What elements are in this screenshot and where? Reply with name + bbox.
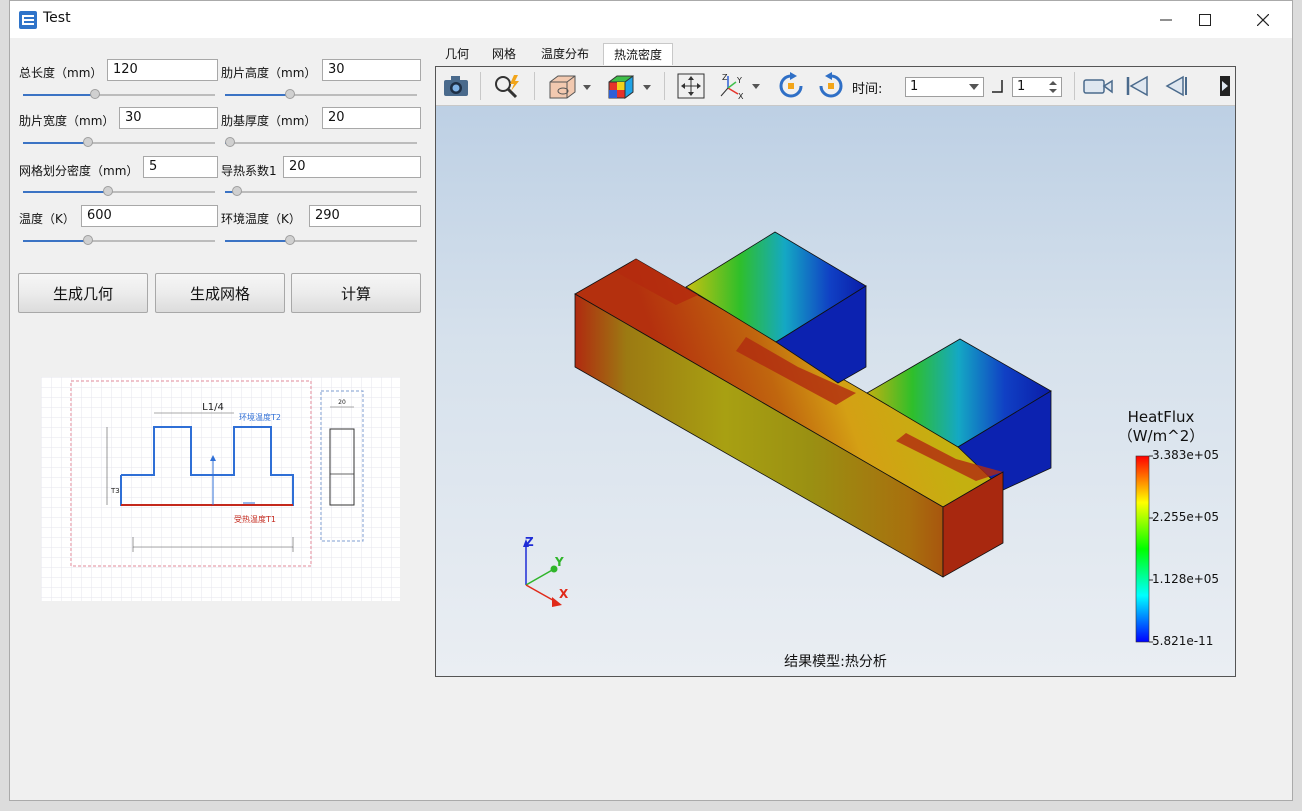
slider-thumb[interactable] xyxy=(83,235,93,245)
legend-mid-high-label: 2.255e+05 xyxy=(1152,510,1220,524)
diagram-side-dim: 20 xyxy=(338,399,346,406)
mesh-density-slider[interactable] xyxy=(23,186,215,198)
legend-unit: （W/m^2） xyxy=(1117,427,1205,445)
axis-x-label: X xyxy=(559,587,569,601)
diagram-dim-top: L1/4 xyxy=(202,402,224,413)
tab-heat-flux[interactable]: 热流密度 xyxy=(603,43,674,65)
slider-thumb[interactable] xyxy=(90,89,100,99)
slider-thumb[interactable] xyxy=(103,186,113,196)
param-label-fin-width: 肋片宽度（mm） xyxy=(19,114,115,128)
param-label-conductivity: 导热系数1 xyxy=(221,164,277,178)
axis-z-label: Z xyxy=(525,535,534,549)
slider-thumb[interactable] xyxy=(225,137,235,147)
base-thickness-slider[interactable] xyxy=(225,137,417,149)
fin-width-slider[interactable] xyxy=(23,137,215,149)
conductivity-input[interactable]: 20 xyxy=(283,156,421,178)
axis-y-label: Y xyxy=(554,555,564,569)
param-label-total-length: 总长度（mm） xyxy=(19,66,103,80)
result-model-caption: 结果模型:热分析 xyxy=(784,654,887,670)
app-icon xyxy=(19,11,37,29)
base-thickness-input[interactable]: 20 xyxy=(322,107,421,129)
heat-flux-color-scale xyxy=(1135,455,1150,643)
result-viewer[interactable]: ZYX 时间: 1 1 Z Y X HeatFlux （W/m^2） 3.383… xyxy=(435,66,1236,677)
tab-mesh[interactable]: 网格 xyxy=(482,43,526,65)
total-length-input[interactable]: 120 xyxy=(107,59,218,81)
close-icon xyxy=(1257,14,1269,26)
legend-max-label: 3.383e+05 xyxy=(1152,448,1220,462)
ambient-temperature-input[interactable]: 290 xyxy=(309,205,421,227)
close-button[interactable] xyxy=(1240,1,1286,38)
fin-height-slider[interactable] xyxy=(225,89,417,101)
generate-mesh-button[interactable]: 生成网格 xyxy=(155,273,285,313)
slider-thumb[interactable] xyxy=(83,137,93,147)
param-label-mesh-density: 网格划分密度（mm） xyxy=(19,164,139,178)
maximize-button[interactable] xyxy=(1182,1,1228,38)
diagram-ambient-label: 环境温度T2 xyxy=(239,412,281,422)
param-label-fin-height: 肋片高度（mm） xyxy=(221,66,317,80)
param-label-temperature: 温度（K） xyxy=(19,212,75,226)
param-label-ambient-temperature: 环境温度（K） xyxy=(221,212,301,226)
slider-thumb[interactable] xyxy=(232,186,242,196)
legend-mid-low-label: 1.128e+05 xyxy=(1152,572,1220,586)
compute-button[interactable]: 计算 xyxy=(291,273,421,313)
window-title: Test xyxy=(43,10,71,26)
maximize-icon xyxy=(1199,14,1211,26)
tab-temperature-distribution[interactable]: 温度分布 xyxy=(531,43,599,65)
fin-width-input[interactable]: 30 xyxy=(119,107,218,129)
minimize-icon xyxy=(1160,19,1172,21)
fin-height-input[interactable]: 30 xyxy=(322,59,421,81)
diagram-left-label: T3 xyxy=(110,487,120,495)
conductivity-slider[interactable] xyxy=(225,186,417,198)
total-length-slider[interactable] xyxy=(23,89,215,101)
generate-geometry-button[interactable]: 生成几何 xyxy=(18,273,148,313)
diagram-heat-label: 受热温度T1 xyxy=(234,514,276,524)
fin-schematic-diagram: L1/4 环境温度T2 受热温度T1 20 T3 xyxy=(41,377,400,601)
slider-thumb[interactable] xyxy=(285,89,295,99)
legend-min-label: 5.821e-11 xyxy=(1152,634,1214,648)
temperature-input[interactable]: 600 xyxy=(81,205,218,227)
ambient-temperature-slider[interactable] xyxy=(225,235,417,247)
heat-flux-3d-model: Z Y X xyxy=(523,231,1153,643)
param-label-base-thickness: 肋基厚度（mm） xyxy=(221,114,317,128)
title-bar: Test xyxy=(10,1,1292,38)
main-window: Test 总长度（mm） 120 肋片高度（mm） 30 肋片宽度（mm） 30… xyxy=(9,0,1293,801)
legend-title: HeatFlux xyxy=(1127,408,1195,426)
tab-geometry[interactable]: 几何 xyxy=(435,43,479,65)
mesh-density-input[interactable]: 5 xyxy=(143,156,218,178)
temperature-slider[interactable] xyxy=(23,235,215,247)
slider-thumb[interactable] xyxy=(285,235,295,245)
